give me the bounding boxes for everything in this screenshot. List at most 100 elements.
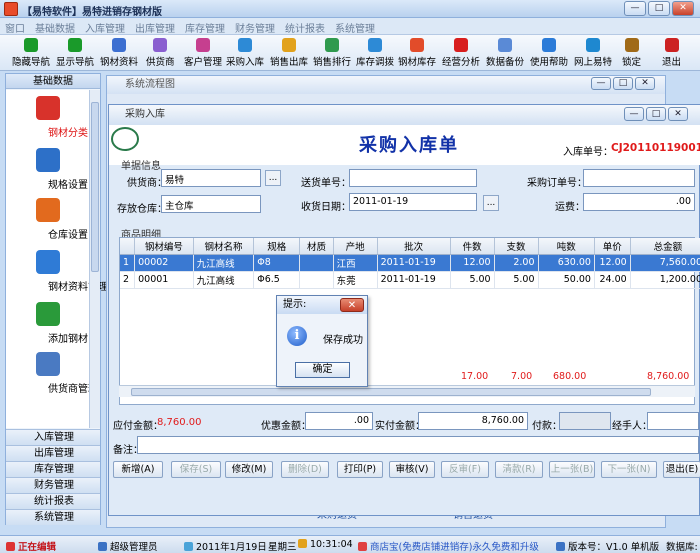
purchase-maximize-button[interactable]: □: [646, 107, 666, 121]
close-button[interactable]: ✕: [672, 1, 694, 16]
remark-field[interactable]: [137, 436, 699, 454]
payment-select[interactable]: [559, 412, 611, 430]
nav-group-2[interactable]: 库存管理: [6, 461, 100, 477]
grid-header-8[interactable]: 支数: [494, 238, 539, 255]
toolbar-button-7[interactable]: 销售排行: [313, 37, 351, 69]
nav-group-1[interactable]: 出库管理: [6, 445, 100, 461]
grid-scroll-thumb[interactable]: [131, 388, 651, 396]
action-button-8[interactable]: 上一张(B): [549, 461, 595, 478]
status-promo-link[interactable]: 商店宝(免费店铺进销存)永久免费和升级: [358, 539, 539, 553]
calendar-icon: [184, 542, 193, 551]
grid-header-6[interactable]: 批次: [377, 238, 451, 255]
grid-header-11[interactable]: 总金额: [630, 238, 700, 255]
handler-field[interactable]: [647, 412, 699, 430]
action-button-2[interactable]: 修改(M): [225, 461, 273, 478]
toolbar-button-4[interactable]: 客户管理: [184, 37, 222, 69]
action-button-1[interactable]: 保存(S): [171, 461, 221, 478]
toolbar-label-5: 采购入库: [226, 57, 265, 68]
action-button-4[interactable]: 打印(P): [337, 461, 383, 478]
grid-header-10[interactable]: 单价: [594, 238, 631, 255]
toolbar-button-11[interactable]: 数据备份: [486, 37, 524, 69]
nav-group-5[interactable]: 系统管理: [6, 509, 100, 525]
grid-header-7[interactable]: 件数: [450, 238, 495, 255]
action-button-10[interactable]: 退出(E): [663, 461, 700, 478]
supplier-browse-button[interactable]: ...: [265, 170, 281, 186]
toolbar-button-13[interactable]: 网上易特: [574, 37, 612, 69]
receive-date-field[interactable]: 2011-01-19: [349, 193, 477, 211]
delivery-no-field[interactable]: [349, 169, 477, 187]
nav-item-3[interactable]: 钢材资料管理: [6, 250, 108, 293]
nav-group-4[interactable]: 统计报表: [6, 493, 100, 509]
table-row[interactable]: 1 00002 九江高线 Φ8 江西 2011-01-19 12.00 2.00 630.00 1…: [120, 254, 700, 272]
grid-header-3[interactable]: 规格: [253, 238, 301, 255]
table-cell: 1: [120, 254, 136, 272]
warehouse-field[interactable]: 主仓库: [161, 195, 261, 213]
dialog-ok-button[interactable]: 确定: [295, 362, 350, 378]
action-button-0[interactable]: 新增(A): [113, 461, 163, 478]
action-button-5[interactable]: 审核(V): [389, 461, 435, 478]
toolbar-button-15[interactable]: 退出: [662, 37, 681, 69]
actual-field[interactable]: 8,760.00: [418, 412, 528, 430]
nav-item-2[interactable]: 仓库设置: [6, 198, 90, 241]
supplier-field[interactable]: 易特: [161, 169, 261, 187]
lock-icon: [624, 38, 639, 52]
freight-field[interactable]: .00: [583, 193, 695, 211]
action-button-9[interactable]: 下一张(N): [601, 461, 657, 478]
grid-header-1[interactable]: 钢材编号: [134, 238, 194, 255]
flow-close-button[interactable]: ✕: [635, 77, 655, 90]
toolbar-button-0[interactable]: 隐藏导航: [12, 37, 50, 69]
dialog-close-button[interactable]: ✕: [340, 298, 364, 312]
toolbar-button-5[interactable]: 采购入库: [226, 37, 264, 69]
nav-item-0[interactable]: 钢材分类: [6, 96, 90, 139]
po-no-field[interactable]: [583, 169, 695, 187]
minimize-button[interactable]: —: [624, 1, 646, 16]
toolbar-button-14[interactable]: 锁定: [622, 37, 641, 69]
maximize-button[interactable]: □: [648, 1, 670, 16]
nav-item-4[interactable]: 添加钢材: [6, 302, 90, 345]
toolbar-button-8[interactable]: 库存调拨: [356, 37, 394, 69]
grid-header-4[interactable]: 材质: [299, 238, 334, 255]
table-row[interactable]: 2 00001 九江高线 Φ6.5 东莞 2011-01-19 5.00 5.00 50.00 2…: [120, 271, 700, 289]
nav-item-1[interactable]: 规格设置: [6, 148, 90, 191]
grid-header-9[interactable]: 吨数: [538, 238, 595, 255]
action-button-7[interactable]: 清款(R): [495, 461, 543, 478]
nav-scroll-thumb[interactable]: [91, 102, 99, 272]
discount-field[interactable]: .00: [305, 412, 373, 430]
version-icon: [556, 542, 565, 551]
action-button-6[interactable]: 反审(F): [441, 461, 489, 478]
table-cell: 00002: [134, 254, 194, 272]
total-tons: 680.00: [553, 371, 587, 382]
purchase-minimize-button[interactable]: —: [624, 107, 644, 121]
toolbar-button-12[interactable]: 使用帮助: [530, 37, 568, 69]
nav-item-5[interactable]: 供货商管理: [6, 352, 98, 395]
flow-maximize-button[interactable]: □: [613, 77, 633, 90]
grid-header-0[interactable]: [120, 238, 136, 255]
purchase-close-button[interactable]: ✕: [668, 107, 688, 121]
receive-date-label: 收货日期：: [301, 202, 351, 213]
status-mode: 正在编辑: [6, 539, 56, 553]
grid-header-2[interactable]: 钢材名称: [193, 238, 255, 255]
toolbar-button-2[interactable]: 钢材资料: [100, 37, 138, 69]
toolbar-button-1[interactable]: 显示导航: [56, 37, 94, 69]
flow-minimize-button[interactable]: —: [591, 77, 611, 90]
grid-horizontal-scrollbar[interactable]: [119, 385, 695, 397]
handler-label: 经手人：: [612, 421, 652, 432]
mac-icon: [36, 352, 60, 376]
nav-group-0[interactable]: 入库管理: [6, 429, 100, 445]
toolbar-label-13: 网上易特: [574, 57, 613, 68]
toolbar-button-10[interactable]: 经营分析: [442, 37, 480, 69]
toolbar-button-6[interactable]: 销售出库: [270, 37, 308, 69]
nav-group-3[interactable]: 财务管理: [6, 477, 100, 493]
nav-item-label: 规格设置: [48, 180, 88, 191]
globe-icon: [586, 38, 600, 52]
items-grid[interactable]: 钢材编号 钢材名称 规格 材质 产地 批次 件数 支数 吨数 单价 总金额 1 00002 九江高线 Φ8…: [119, 237, 700, 405]
grid-header-5[interactable]: 产地: [333, 238, 378, 255]
toolbar-button-9[interactable]: 钢材库存: [398, 37, 436, 69]
action-button-3[interactable]: 删除(D): [281, 461, 329, 478]
toolbar-label-1: 显示导航: [56, 57, 95, 68]
toolbar-button-3[interactable]: 供货商: [146, 37, 175, 69]
nav-scrollbar[interactable]: [89, 90, 100, 428]
nav-header[interactable]: 基础数据: [6, 74, 100, 89]
date-picker-button[interactable]: ...: [483, 195, 499, 211]
section-info-label: 单据信息: [121, 161, 161, 172]
